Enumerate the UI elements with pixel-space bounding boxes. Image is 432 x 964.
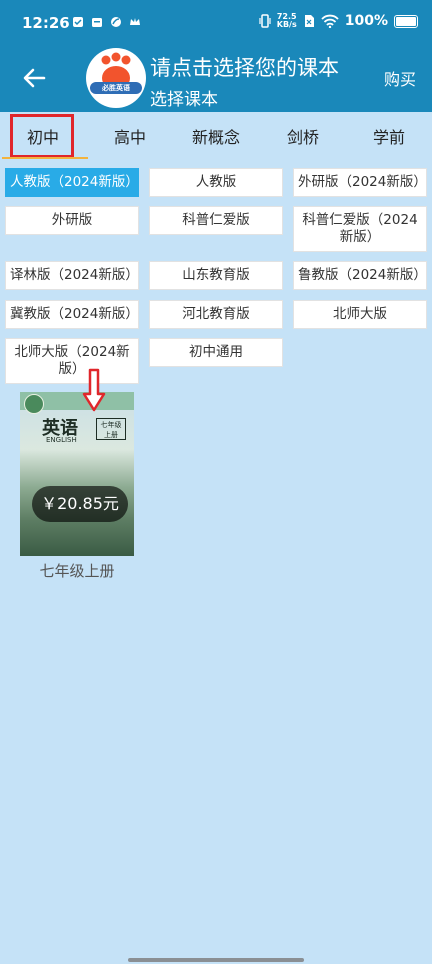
check-notification-icon (73, 17, 83, 27)
edition-chip[interactable]: 鲁教版（2024新版） (293, 261, 427, 290)
book-card[interactable]: 英语 ENGLISH 七年级 上册 ￥20.85元 七年级上册 (18, 392, 136, 582)
edition-chip[interactable]: 初中通用 (149, 338, 283, 367)
edition-chip[interactable]: 人教版 (149, 168, 283, 197)
edition-chip[interactable]: 山东教育版 (149, 261, 283, 290)
app-header: 必胜英语 请点击选择您的课本 选择课本 购买 (0, 48, 432, 112)
edition-chip[interactable]: 译林版（2024新版） (5, 261, 139, 290)
tab-preschool[interactable]: 学前 (354, 124, 424, 148)
edition-chip[interactable]: 河北教育版 (149, 300, 283, 329)
page-subtitle: 选择课本 (150, 90, 218, 110)
vibrate-icon (259, 14, 271, 28)
book-cover-subtitle: ENGLISH (46, 436, 77, 444)
tab-active-indicator (2, 157, 88, 159)
book-label: 七年级上册 (39, 562, 115, 580)
buy-button[interactable]: 购买 (384, 66, 416, 90)
page-title: 请点击选择您的课本 (150, 56, 339, 80)
status-bar: 12:26 72.5 KB/s 100% (0, 0, 432, 52)
tab-cambridge[interactable]: 剑桥 (268, 124, 338, 148)
tab-junior-high[interactable]: 初中 (8, 124, 78, 148)
status-time: 12:26 (22, 14, 70, 32)
wifi-icon (321, 14, 339, 28)
edition-chip[interactable]: 人教版（2024新版） (5, 168, 139, 197)
battery-icon (394, 14, 418, 28)
edition-chip[interactable]: 冀教版（2024新版） (5, 300, 139, 329)
crown-notification-icon (130, 18, 140, 25)
edition-chip[interactable]: 北师大版 (293, 300, 427, 329)
home-indicator[interactable] (128, 958, 304, 962)
edition-chip[interactable]: 科普仁爱版 (149, 206, 283, 235)
leaf-notification-icon (111, 17, 121, 27)
edition-chip[interactable]: 外研版（2024新版） (293, 168, 427, 197)
tab-new-concept[interactable]: 新概念 (181, 124, 251, 148)
book-cover-image: 英语 ENGLISH 七年级 上册 ￥20.85元 (20, 392, 134, 556)
down-arrow-annotation-icon (82, 368, 106, 412)
footprint-logo-icon (101, 52, 131, 90)
tab-senior-high[interactable]: 高中 (95, 124, 165, 148)
edition-chip[interactable]: 北师大版（2024新版） (5, 338, 139, 384)
book-cover-grade: 七年级 上册 (96, 418, 126, 440)
edition-chip[interactable]: 外研版 (5, 206, 139, 235)
price-badge: ￥20.85元 (32, 486, 128, 522)
status-system-icons: 72.5 KB/s 100% (259, 13, 418, 29)
logo-text: 必胜英语 (90, 82, 142, 94)
level-tab-bar: 初中 高中 新概念 剑桥 学前 (0, 112, 432, 160)
calendar-notification-icon (92, 18, 102, 27)
publisher-seal-icon (24, 394, 44, 414)
back-arrow-icon[interactable] (20, 64, 48, 92)
app-logo: 必胜英语 (86, 48, 146, 108)
sim-icon (304, 15, 314, 27)
network-speed: 72.5 KB/s (276, 12, 297, 29)
battery-percent: 100% (344, 13, 388, 29)
status-notification-icons (72, 16, 141, 28)
edition-chip[interactable]: 科普仁爱版（2024新版） (293, 206, 427, 252)
